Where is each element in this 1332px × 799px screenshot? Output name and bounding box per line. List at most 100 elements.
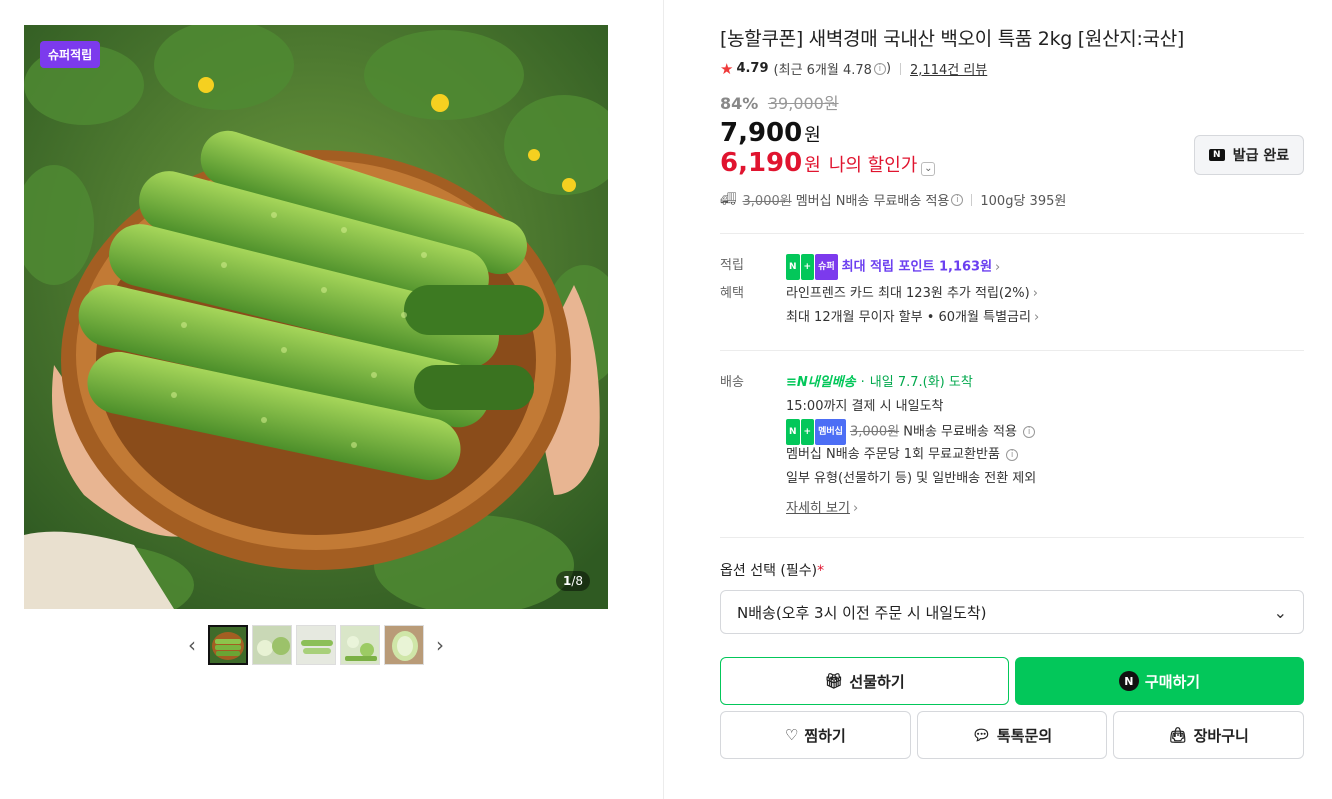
more-details-link[interactable]: 자세히 보기 [786, 501, 850, 516]
cucumber-basket-photo [24, 25, 608, 609]
tomorrow-delivery-icon: ≡N [786, 375, 808, 390]
exchange-row: 멤버십 N배송 주문당 1회 무료교환반품 i [786, 443, 1304, 467]
thumbnail-4[interactable] [340, 625, 380, 665]
info-icon[interactable]: i [873, 62, 886, 75]
delivery-label: 배송 [720, 375, 744, 390]
current-price: 7,900 [720, 118, 803, 148]
n-pay-icon: N [786, 254, 800, 280]
free-fee-strike: 3,000원 [849, 424, 900, 440]
coupon-label: 발급 완료 [1232, 148, 1290, 164]
cutoff-text: 15:00까지 결제 시 내일도착 [786, 399, 944, 414]
shipping-free-text: 멤버십 N배송 무료배송 적용 [795, 194, 950, 209]
gift-icon: 🎁︎ [824, 672, 844, 690]
naver-pay-icon: N [1118, 671, 1139, 691]
option-selected-value: N배송(오후 3시 이전 주문 시 내일도착) [737, 603, 987, 622]
option-select[interactable]: N배송(오후 3시 이전 주문 시 내일도착) ⌄ [720, 590, 1304, 634]
product-title: [농할쿠폰] 새벽경매 국내산 백오이 특품 2kg [원산지:국산] [720, 28, 1185, 50]
section-divider [720, 233, 1304, 234]
cart-button[interactable]: 👜︎ 장바구니 [1113, 711, 1305, 759]
section-divider [720, 350, 1304, 351]
main-product-image[interactable]: 슈퍼적립 1/8 [24, 25, 608, 609]
thumbnail-1[interactable] [208, 625, 248, 665]
option-label: 옵션 선택 (필수) [720, 563, 818, 579]
thumbnail-prev-arrow-icon[interactable]: ‹ [180, 625, 204, 665]
points-label: 적립 [720, 258, 744, 273]
coupon-issued-button[interactable]: N 발급 완료 [1194, 135, 1304, 175]
super-icon: 슈퍼 [815, 254, 838, 280]
my-price: 6,190 [720, 148, 803, 178]
shopping-bag-icon: 👜︎ [1168, 726, 1188, 744]
shipping-fee-line: 🚚︎ 3,000원 멤버십 N배송 무료배송 적용 i 100g당 395원 [720, 190, 1304, 209]
naver-coupon-icon: N [1208, 149, 1225, 161]
thumbnail-next-arrow-icon[interactable]: › [428, 625, 452, 665]
buy-button-label: 구매하기 [1144, 672, 1201, 691]
my-price-unit: 원 [804, 155, 821, 176]
points-section: 적립 N + 슈퍼 최대 적립 포인트 1,163원 › [720, 254, 1304, 280]
thumbnail-3[interactable] [296, 625, 336, 665]
arrival-date: 내일 7.7.(화) 도착 [869, 375, 973, 390]
discount-percent: 84% [720, 94, 759, 113]
primary-actions: 🎁︎ 선물하기 N 구매하기 [720, 657, 1304, 705]
truck-icon: 🚚︎ [720, 192, 737, 207]
product-gallery: 슈퍼적립 1/8 ‹ › [24, 25, 608, 665]
benefit-label: 혜택 [720, 286, 744, 301]
chat-bubble-icon: 💬︎ [971, 726, 991, 744]
super-points-badge: 슈퍼적립 [40, 41, 101, 68]
thumbnail-2[interactable] [252, 625, 292, 665]
chevron-right-icon: › [1033, 310, 1040, 325]
points-link[interactable]: N + 슈퍼 최대 적립 포인트 1,163원 › [786, 254, 1304, 280]
chevron-right-icon: › [852, 501, 859, 516]
tomorrow-delivery-brand: 내일배송 [807, 375, 856, 390]
exclusion-text: 일부 유형(선물하기 등) 및 일반배송 전환 제외 [786, 471, 1037, 486]
original-price-row: 84% 39,000원 [720, 90, 1304, 114]
column-divider [663, 0, 664, 799]
delivery-section: 배송 ≡N 내일배송 · 내일 7.7.(화) 도착 15:00까지 결제 시 … [720, 371, 1304, 521]
talk-inquiry-button[interactable]: 💬︎ 톡톡문의 [916, 711, 1108, 759]
n-pay-icon: N [786, 419, 800, 445]
plus-icon: + [800, 254, 815, 280]
talk-button-label: 톡톡문의 [996, 726, 1053, 745]
current-price-unit: 원 [804, 125, 821, 146]
buy-button[interactable]: N 구매하기 [1015, 657, 1304, 705]
option-label-row: 옵션 선택 (필수)* [720, 560, 1304, 580]
wish-button-label: 찜하기 [804, 726, 846, 745]
exchange-text: 멤버십 N배송 주문당 1회 무료교환반품 [786, 447, 1000, 462]
rating-value: 4.79 [736, 61, 769, 76]
chevron-down-icon: ⌄ [1273, 602, 1287, 622]
shipping-divider [971, 193, 973, 206]
chevron-down-icon[interactable]: ⌄ [921, 162, 936, 176]
membership-icon: 멤버십 [815, 419, 846, 445]
card-benefit-link[interactable]: 라인프렌즈 카드 최대 123원 추가 적립(2%) › [786, 282, 1304, 306]
secondary-actions: ♡ 찜하기 💬︎ 톡톡문의 👜︎ 장바구니 [720, 711, 1305, 759]
benefits-section: 혜택 라인프렌즈 카드 최대 123원 추가 적립(2%) › 최대 12개월 무… [720, 282, 1304, 330]
thumbnail-5[interactable] [384, 625, 424, 665]
product-details: [농할쿠폰] 새벽경매 국내산 백오이 특품 2kg [원산지:국산] ★ 4.… [720, 25, 1305, 759]
recent-rating: (최근 6개월 4.78 [773, 63, 872, 78]
installment-benefit-text: 최대 12개월 무이자 할부 • 60개월 특별금리 [786, 310, 1031, 325]
image-counter: 1/8 [555, 571, 590, 591]
rating-row: ★ 4.79 (최근 6개월 4.78 i ) 2,114건 리뷰 [720, 59, 1304, 79]
thumbnail-strip: ‹ › [24, 625, 608, 665]
gift-button[interactable]: 🎁︎ 선물하기 [720, 657, 1009, 705]
info-icon[interactable]: i [1023, 426, 1036, 438]
tomorrow-delivery-row: ≡N 내일배송 · 내일 7.7.(화) 도착 [786, 371, 973, 395]
counter-total: /8 [571, 574, 583, 588]
shipping-fee-strike: 3,000원 [742, 194, 792, 209]
review-count-link[interactable]: 2,114건 리뷰 [910, 59, 987, 78]
wish-button[interactable]: ♡ 찜하기 [720, 711, 911, 759]
more-details-row: 자세히 보기 › [786, 497, 1304, 521]
info-icon[interactable]: i [1006, 448, 1019, 461]
unit-price: 100g당 395원 [980, 194, 1067, 209]
rating-divider [900, 62, 902, 75]
dot-separator: · [860, 375, 865, 390]
chevron-right-icon: › [995, 259, 1001, 275]
my-price-label: 나의 할인가 [828, 155, 918, 176]
required-mark: * [817, 563, 825, 579]
section-divider [720, 537, 1304, 538]
star-icon: ★ [720, 59, 734, 78]
chevron-right-icon: › [1032, 286, 1038, 301]
installment-benefit-link[interactable]: 최대 12개월 무이자 할부 • 60개월 특별금리 › [786, 306, 1304, 330]
max-points-text: 최대 적립 포인트 1,163원 [841, 259, 993, 275]
plus-icon: + [800, 419, 815, 445]
info-icon[interactable]: i [951, 193, 964, 206]
